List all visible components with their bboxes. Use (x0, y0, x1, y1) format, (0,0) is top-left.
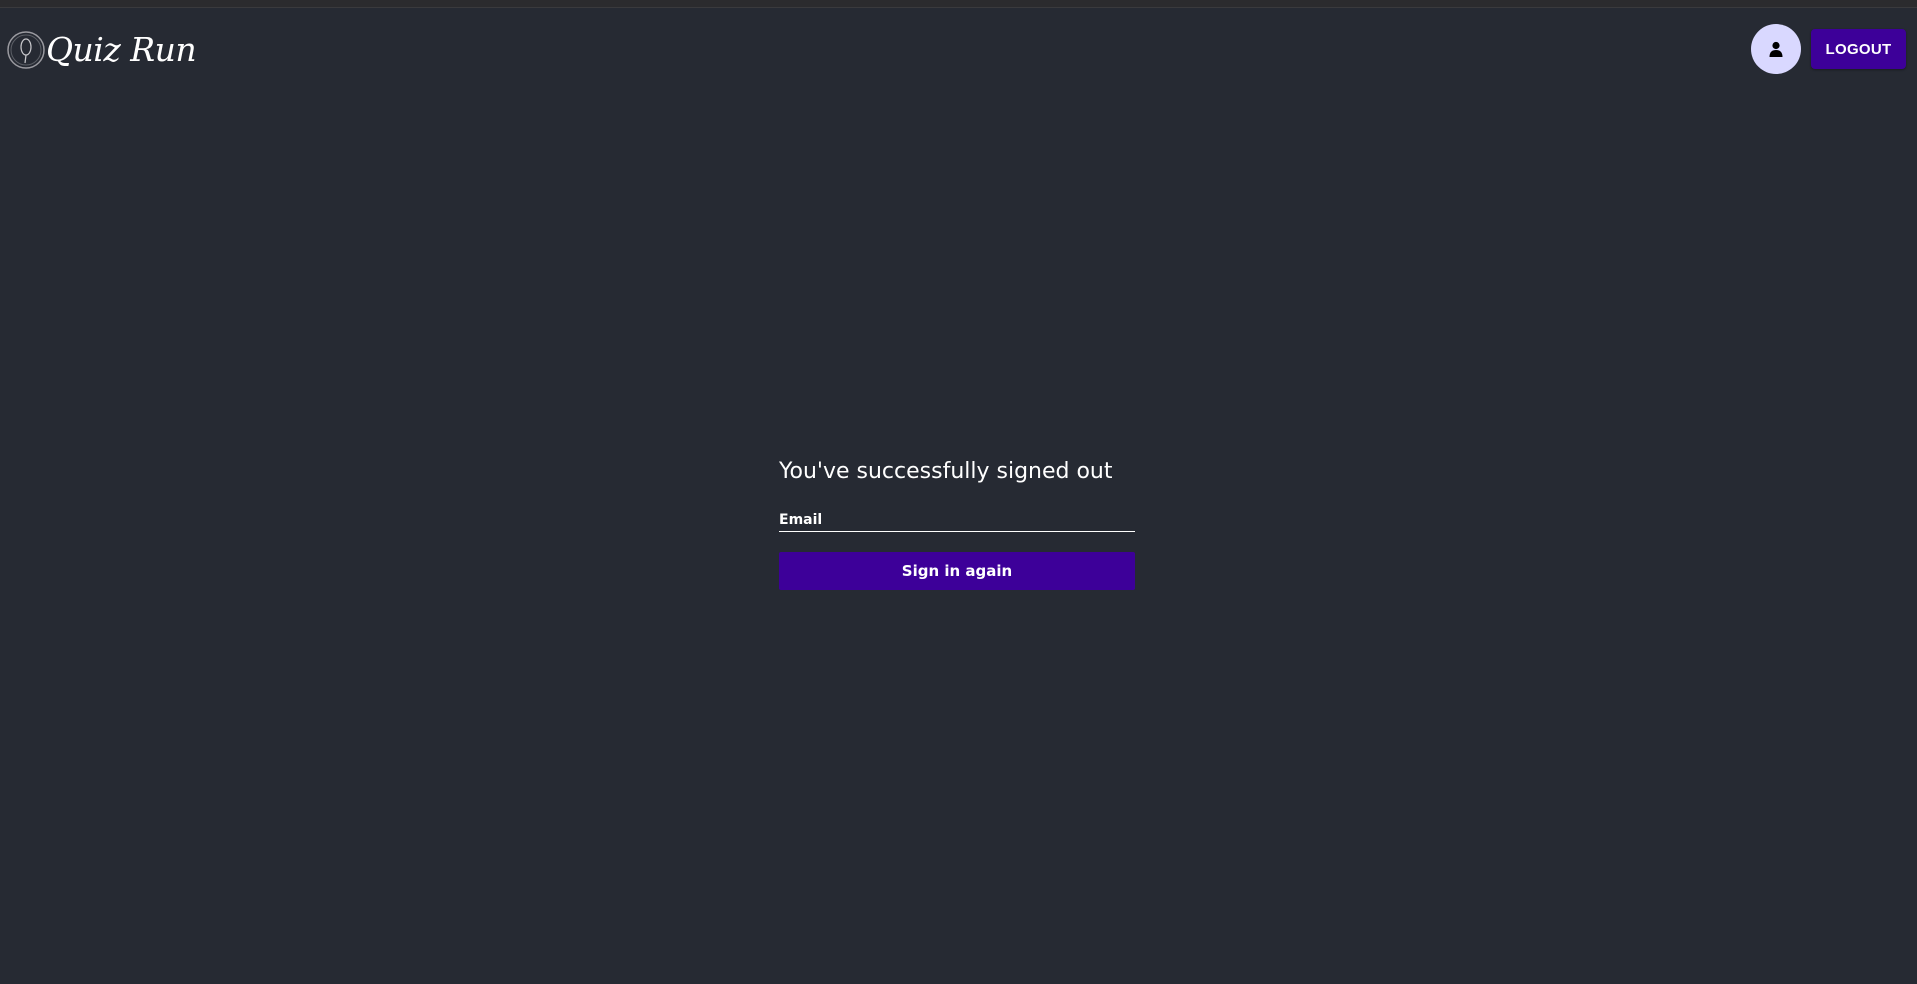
quiz-run-logo-icon (7, 31, 45, 69)
browser-top-strip (0, 0, 1917, 8)
logout-button[interactable]: LOGOUT (1811, 29, 1906, 69)
signin-form: Sign in again (779, 494, 1135, 590)
brand-home-link[interactable]: Quiz Run (6, 28, 197, 72)
app-header: Quiz Run LOGOUT (0, 8, 1917, 92)
brand-name: Quiz Run (46, 30, 197, 69)
signout-title: You've successfully signed out (779, 459, 1113, 484)
email-field[interactable] (779, 508, 1135, 532)
user-avatar-button[interactable] (1751, 24, 1801, 74)
sign-in-again-button[interactable]: Sign in again (779, 552, 1135, 590)
signout-panel: You've successfully signed out Sign in a… (779, 450, 1135, 590)
user-icon (1769, 41, 1783, 57)
